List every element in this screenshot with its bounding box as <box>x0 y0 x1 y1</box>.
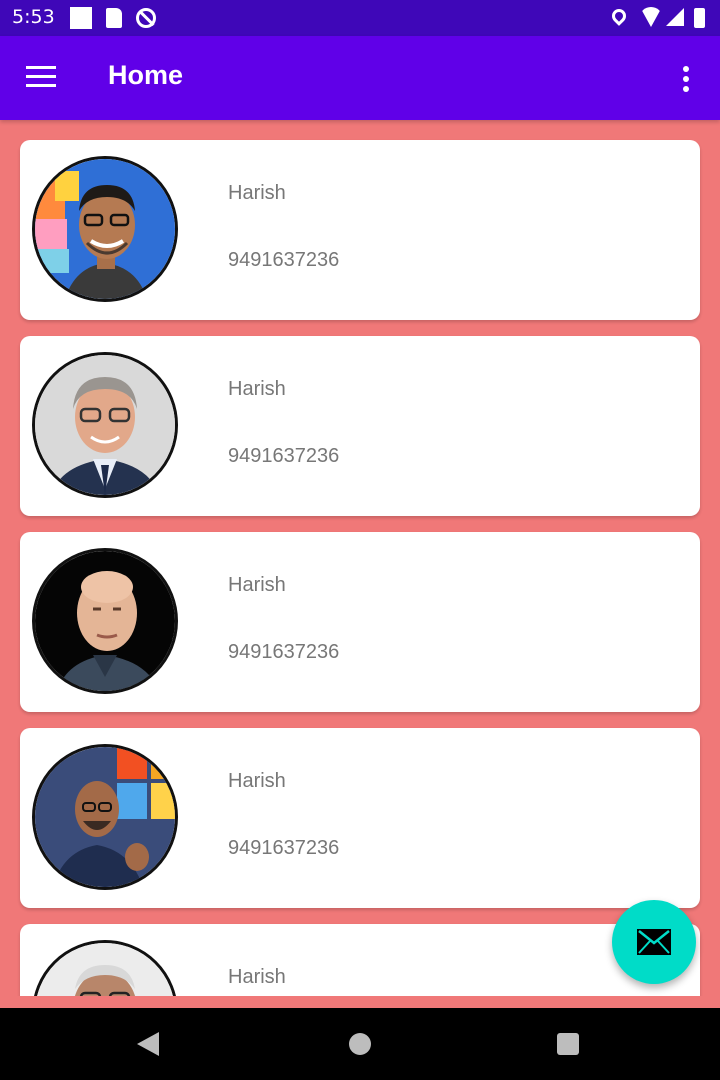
cellular-icon <box>666 8 684 26</box>
contact-name: Harish <box>228 770 286 792</box>
contact-card[interactable]: Harish 9491637236 <box>20 140 700 320</box>
contact-name: Harish <box>228 378 286 400</box>
contact-phone: 9491637236 <box>228 837 340 859</box>
avatar <box>32 548 178 694</box>
back-triangle-icon[interactable] <box>137 1032 159 1056</box>
app-bar: Home <box>0 36 720 120</box>
home-circle-icon[interactable] <box>349 1033 371 1055</box>
no-sign-icon <box>136 8 156 28</box>
recents-square-icon[interactable] <box>557 1033 579 1055</box>
contact-card[interactable]: Harish 9491637236 <box>20 336 700 516</box>
contact-name: Harish <box>228 182 286 204</box>
page-title: Home <box>108 60 184 90</box>
wifi-icon <box>640 7 662 27</box>
location-icon <box>609 6 629 26</box>
hamburger-menu-icon[interactable] <box>26 66 56 88</box>
contact-phone: 9491637236 <box>228 641 340 663</box>
status-time: 5:53 <box>12 6 55 28</box>
sd-card-icon <box>106 8 122 28</box>
square-notification-icon <box>70 7 92 29</box>
contact-name: Harish <box>228 966 286 988</box>
avatar <box>32 352 178 498</box>
status-bar: 5:53 <box>0 0 720 36</box>
more-vertical-icon[interactable] <box>674 64 698 94</box>
avatar <box>32 156 178 302</box>
contact-card[interactable]: Harish 9491637236 <box>20 532 700 712</box>
avatar <box>32 744 178 890</box>
contact-list[interactable]: Harish 9491637236 Harish 9491637236 Hari… <box>0 120 720 996</box>
email-icon <box>637 929 671 955</box>
contact-card[interactable]: Harish 9491637236 <box>20 728 700 908</box>
contact-card[interactable]: Harish 9491637236 <box>20 924 700 996</box>
email-fab-button[interactable] <box>612 900 696 984</box>
contact-name: Harish <box>228 574 286 596</box>
contact-phone: 9491637236 <box>228 249 340 271</box>
avatar <box>32 940 178 996</box>
system-nav-bar <box>0 1008 720 1080</box>
contact-phone: 9491637236 <box>228 445 340 467</box>
battery-icon <box>694 8 705 28</box>
